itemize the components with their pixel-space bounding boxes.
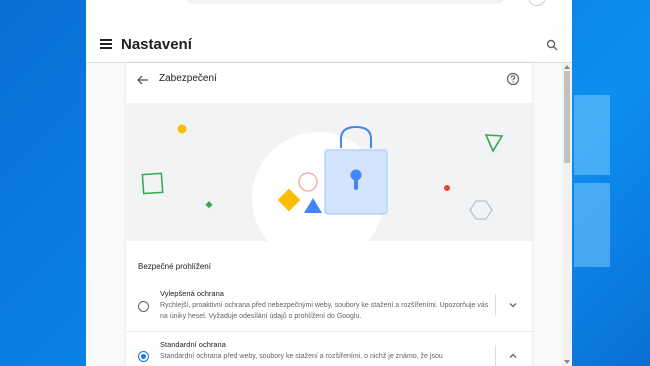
menu-icon[interactable] — [100, 39, 112, 49]
standard-protection-radio[interactable] — [138, 351, 149, 362]
settings-header: Nastavení — [86, 28, 572, 63]
card-title: Zabezpečení — [159, 73, 217, 84]
standard-protection-option[interactable]: Standardní ochrana Standardní ochrana př… — [126, 337, 532, 366]
chevron-up-icon[interactable] — [508, 351, 518, 361]
scroll-thumb[interactable] — [564, 71, 570, 163]
divider — [495, 345, 496, 366]
yellow-dot-shape — [177, 124, 187, 134]
safe-browsing-heading: Bezpečné prohlížení — [138, 262, 211, 271]
security-card: Zabezpečení Bezpečné prohlížení Vylepšen… — [126, 63, 532, 366]
scrollbar[interactable] — [562, 63, 572, 366]
profile-icon[interactable] — [528, 0, 546, 6]
grey-hexagon-shape — [469, 200, 493, 220]
chevron-down-icon[interactable] — [508, 300, 518, 310]
enhanced-protection-radio[interactable] — [138, 301, 149, 312]
divider — [495, 294, 496, 316]
enhanced-protection-option[interactable]: Vylepšená ochrana Rychlejší, proaktivní … — [126, 287, 532, 332]
option-title: Standardní ochrana — [160, 340, 226, 349]
green-diamond-shape — [205, 201, 213, 209]
browser-toolbar — [86, 0, 572, 29]
address-bar[interactable] — [186, 0, 504, 4]
security-illustration — [126, 103, 532, 241]
search-icon[interactable] — [546, 39, 558, 51]
red-dot-shape — [444, 185, 450, 191]
green-square-shape — [141, 172, 164, 195]
browser-window: Nastavení Zabezpečení Bezpečné prohlížen… — [86, 0, 572, 366]
option-title: Vylepšená ochrana — [160, 289, 224, 298]
page-title: Nastavení — [121, 36, 192, 53]
green-triangle-shape — [484, 134, 504, 153]
windows-logo — [570, 95, 610, 295]
option-description: Standardní ochrana před weby, soubory ke… — [160, 353, 443, 360]
scroll-down-arrow-icon[interactable] — [564, 360, 570, 364]
help-icon[interactable] — [506, 72, 520, 86]
card-header: Zabezpečení — [126, 63, 532, 103]
option-description: Rychlejší, proaktivní ochrana před nebez… — [160, 302, 489, 320]
back-arrow-icon[interactable] — [136, 73, 150, 87]
scroll-up-arrow-icon[interactable] — [564, 65, 570, 69]
